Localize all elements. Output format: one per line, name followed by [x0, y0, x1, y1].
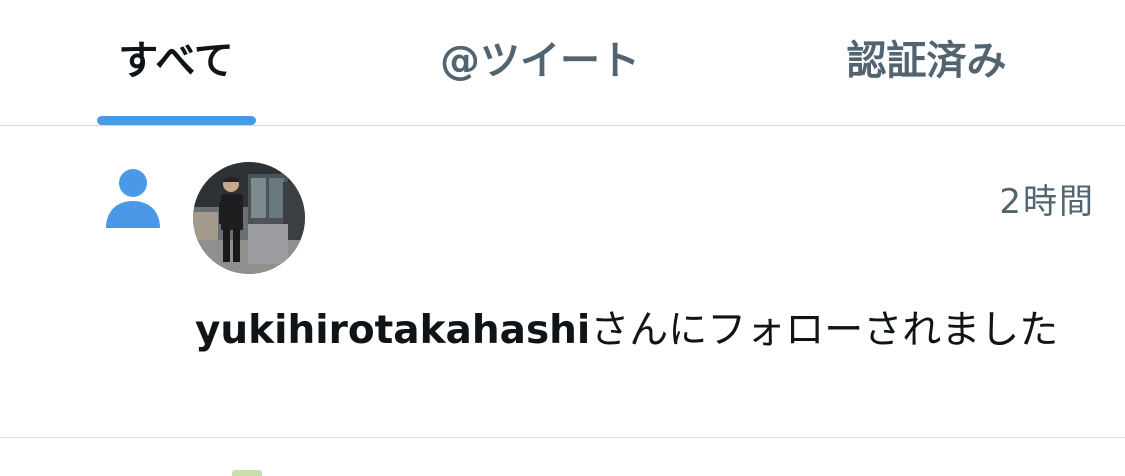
username-link[interactable]: yukihirotakahashi	[195, 308, 590, 353]
person-icon	[106, 169, 160, 228]
notification-message: yukihirotakahashiさんにフォローされました	[195, 302, 1100, 360]
tab-verified-label: 認証済み	[846, 37, 1007, 84]
tab-verified[interactable]: 認証済み	[728, 0, 1125, 125]
active-tab-indicator	[97, 116, 256, 125]
tab-all[interactable]: すべて	[0, 0, 352, 125]
tab-mentions[interactable]: @ツイート	[352, 0, 728, 125]
tab-mentions-label: @ツイート	[440, 37, 640, 84]
notification-time: 2時間	[999, 182, 1095, 222]
next-notification-partial	[232, 470, 262, 476]
tab-all-label: すべて	[118, 37, 234, 84]
avatar-photo	[193, 162, 305, 274]
follow-action-text: さんにフォローされました	[590, 308, 1059, 353]
notifications-tab-bar: すべて @ツイート 認証済み	[0, 0, 1125, 126]
notification-item[interactable]: 2時間 yukihirotakahashiさんにフォローされました	[0, 126, 1125, 438]
avatar[interactable]	[193, 162, 305, 274]
